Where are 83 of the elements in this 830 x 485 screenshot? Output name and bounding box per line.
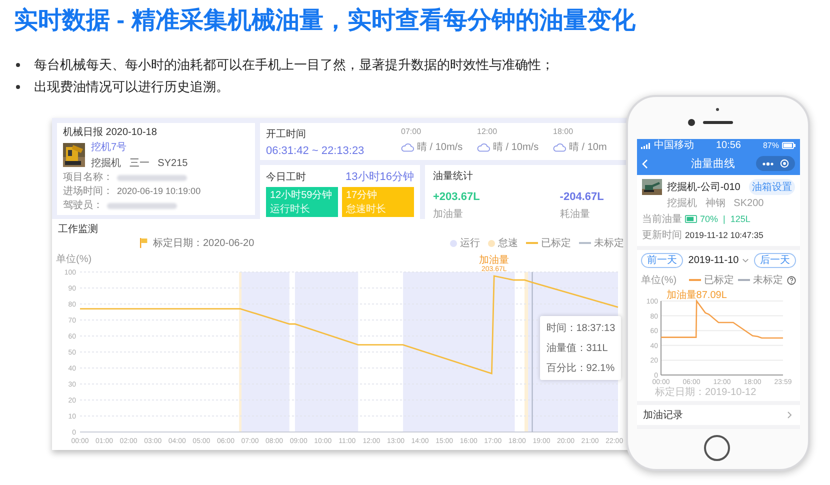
weather-time: 12:00 xyxy=(477,127,498,136)
axis-label: 单位(%) xyxy=(56,254,92,265)
update-time: 2019-11-12 10:47:35 xyxy=(685,230,764,240)
weather-time: 18:00 xyxy=(553,127,574,136)
bullet-icon xyxy=(16,85,20,89)
tooltip-text: 百分比：92.1% xyxy=(546,362,616,375)
card-title: 油量统计 xyxy=(433,170,474,183)
stat-value: +203.67L xyxy=(433,191,480,203)
weather-condition: 晴 / 10m xyxy=(569,140,607,154)
bullet-text: 每台机械每天、每小时的油耗都可以在手机上一目了然，显著提升数据的时效性与准确性； xyxy=(34,56,554,74)
weather-time: 07:00 xyxy=(401,127,422,136)
tooltip-text: 时间：18:37:13 xyxy=(546,322,616,335)
card-title: 开工时间 xyxy=(266,128,307,141)
weather-condition: 晴 / 10m/s xyxy=(417,140,463,154)
sensor-icon xyxy=(716,108,719,111)
cloud-icon xyxy=(401,142,414,152)
work-time-range: 06:31:42 ~ 22:13:23 xyxy=(266,145,366,157)
stat-label: 加油量 xyxy=(433,208,464,221)
refuel-annotation: 加油量87.09L xyxy=(666,290,727,301)
calibration-date: 标定日期：2019-10-12 xyxy=(654,386,758,399)
field-label: 更新时间 xyxy=(642,228,682,242)
field-label: 驾驶员： xyxy=(63,199,103,212)
field-value: 2020-06-19 10:19:00 xyxy=(117,185,201,198)
caret-icon xyxy=(742,258,749,263)
calibration-date: 标定日期：2020-06-20 xyxy=(153,236,254,250)
legend-label: 已标定 xyxy=(541,236,571,250)
legend-label: 未标定 xyxy=(594,236,624,250)
close-icon[interactable] xyxy=(780,159,789,168)
camera-icon xyxy=(688,119,695,126)
cloud-icon xyxy=(477,142,490,152)
fuel-gauge-icon xyxy=(685,215,697,223)
stat-value: -204.67L xyxy=(560,191,604,203)
screen-title: 油量曲线 xyxy=(691,157,735,171)
legend-label: 未标定 xyxy=(753,274,783,287)
next-day-button[interactable]: 后一天 xyxy=(754,253,796,268)
previous-day-button[interactable]: 前一天 xyxy=(641,253,683,268)
field-label: 项目名称： xyxy=(63,171,113,184)
speaker-icon xyxy=(703,121,733,124)
machine-specs: 挖掘机 三一 SY215 xyxy=(91,156,188,170)
back-icon[interactable] xyxy=(642,158,648,168)
card-title: 工作监测 xyxy=(57,222,99,236)
axis-label: 单位(%) xyxy=(641,274,677,287)
more-icon[interactable] xyxy=(762,162,774,166)
tile-value: 12小时59分钟 xyxy=(270,188,334,202)
field-label: 当前油量 xyxy=(642,212,682,226)
stat-label: 耗油量 xyxy=(560,208,591,221)
status-time: 10:56 xyxy=(716,139,741,152)
total-hours: 13小时16分钟 xyxy=(346,170,414,184)
cloud-icon xyxy=(553,142,566,152)
weather-condition: 晴 / 10m/s xyxy=(493,140,539,154)
refuel-records-row[interactable]: 加油记录 xyxy=(637,405,800,425)
battery-percent: 87% xyxy=(762,140,779,152)
carrier-name: 中国移动 xyxy=(654,139,694,152)
mini-program-capsule[interactable] xyxy=(756,156,795,171)
tile-label: 运行时长 xyxy=(270,202,311,216)
blurred-value xyxy=(107,202,177,208)
blurred-value xyxy=(117,174,187,180)
tile-label: 怠速时长 xyxy=(346,202,387,216)
home-button[interactable] xyxy=(704,435,730,461)
machine-name[interactable]: 挖机7号 xyxy=(91,140,188,154)
fuel-reading: 70% | 125L xyxy=(700,214,750,224)
card-title: 今日工时 xyxy=(266,170,306,184)
bullet-icon xyxy=(16,63,20,67)
legend-label: 运行 xyxy=(460,236,480,250)
tile-value: 17分钟 xyxy=(346,188,378,202)
bullet-text: 出现费油情况可以进行历史追溯。 xyxy=(34,78,229,96)
machine-specs: 挖掘机 神钢 SK200 xyxy=(667,196,765,210)
help-icon[interactable] xyxy=(787,276,796,284)
tooltip-text: 油量值：311L xyxy=(546,342,609,355)
card-title: 机械日报 2020-10-18 xyxy=(63,126,158,139)
chevron-right-icon xyxy=(787,411,792,419)
legend-label: 已标定 xyxy=(704,274,734,287)
flag-icon xyxy=(140,238,148,248)
machine-name: 挖掘机-公司-010 xyxy=(667,180,740,194)
signal-icon xyxy=(641,142,651,148)
date-picker[interactable]: 2019-11-10 xyxy=(688,255,749,266)
slide-title: 实时数据 - 精准采集机械油量，实时查看每分钟的油量变化 xyxy=(13,6,636,36)
battery-icon xyxy=(782,142,796,149)
legend-label: 怠速 xyxy=(498,236,518,250)
tank-settings-button[interactable]: 油箱设置 xyxy=(749,179,795,195)
refuel-annotation: 加油量 xyxy=(479,255,510,266)
field-label: 进场时间： xyxy=(63,185,113,198)
row-label: 加油记录 xyxy=(643,408,683,422)
